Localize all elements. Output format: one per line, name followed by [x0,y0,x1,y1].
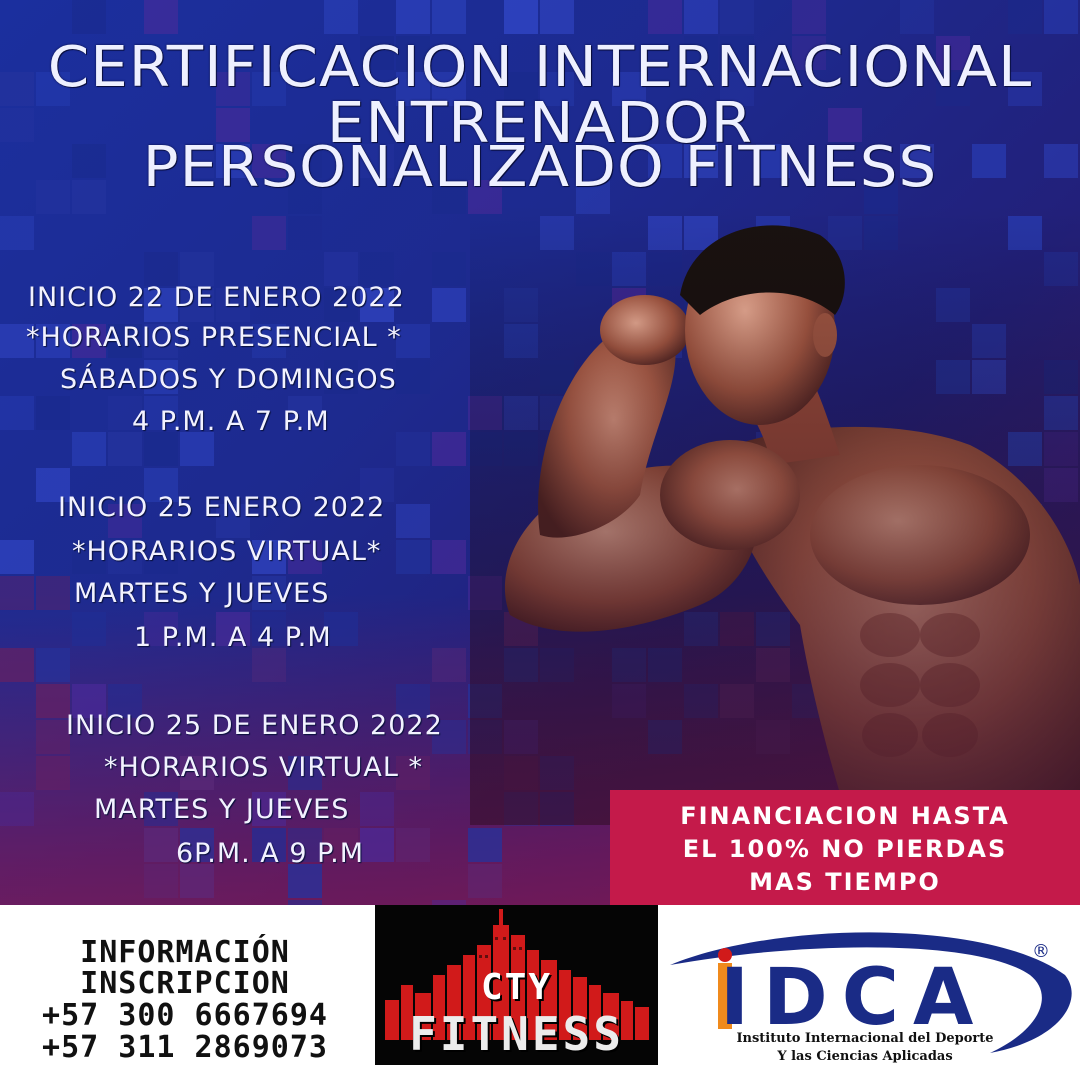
mosaic-tile [468,828,502,862]
schedule-2-days: MARTES Y JUEVES [74,578,330,609]
mosaic-tile [1008,0,1042,34]
mosaic-tile [468,864,502,898]
mosaic-tile [396,828,430,862]
mosaic-tile [72,612,106,646]
mosaic-tile [180,864,214,898]
mosaic-tile [180,252,214,286]
mosaic-tile [252,648,286,682]
mosaic-tile [432,432,466,466]
mosaic-tile [144,432,178,466]
mosaic-tile [900,0,934,34]
idca-wordmark: IDCA [720,953,988,1043]
mosaic-tile [432,252,466,286]
city-fitness-cty-text: CTY [480,967,553,1008]
mosaic-tile [396,504,430,538]
city-fitness-wordmark: FITNESS [409,1007,624,1061]
mosaic-tile [396,432,430,466]
schedule-3-mode: *HORARIOS VIRTUAL * [104,752,423,783]
financing-line-3: MAS TIEMPO [749,868,941,896]
mosaic-tile [720,0,754,34]
mosaic-tile [108,432,142,466]
mosaic-tile [36,648,70,682]
contact-registration-label: INSCRIPCION [80,966,290,1001]
mosaic-tile [144,0,178,34]
idca-subtitle-2: Y las Ciencias Aplicadas [777,1049,953,1064]
mosaic-tile [1044,0,1078,34]
mosaic-tile [648,0,682,34]
mosaic-tile [144,252,178,286]
contact-phone-2: +57 311 2869073 [42,1030,328,1065]
schedule-2-hours: 1 P.M. A 4 P.M [134,622,332,653]
mosaic-tile [0,576,34,610]
mosaic-tile [360,792,394,826]
mosaic-tile [36,720,70,754]
contact-phone-1: +57 300 6667694 [42,998,328,1033]
mosaic-tile [0,648,34,682]
mosaic-tile [252,216,286,250]
mosaic-tile [324,252,358,286]
schedule-3-start: INICIO 25 DE ENERO 2022 [66,710,443,741]
mosaic-tile [0,216,34,250]
mosaic-tile [144,828,178,862]
mosaic-tile [684,0,718,34]
mosaic-tile [396,0,430,34]
mosaic-tile [504,0,538,34]
mosaic-tile [432,0,466,34]
mosaic-tile [36,756,70,790]
schedule-1-days: SÁBADOS Y DOMINGOS [60,364,397,395]
mosaic-tile [396,540,430,574]
mosaic-tile [36,684,70,718]
idca-logo: IDCA ® Instituto Internacional del Depor… [660,925,1080,1075]
mosaic-tile [0,396,34,430]
mosaic-tile [36,396,70,430]
idca-subtitle-1: Instituto Internacional del Deporte [736,1031,994,1046]
athlete-image [470,205,1080,825]
mosaic-tile [432,648,466,682]
mosaic-tile [72,432,106,466]
mosaic-tile [72,0,106,34]
mosaic-tile [0,792,34,826]
mosaic-tile [540,0,574,34]
mosaic-tile [360,828,394,862]
schedule-1-mode: *HORARIOS PRESENCIAL * [26,322,402,353]
schedule-3-hours: 6P.M. A 9 P.M [176,838,365,869]
city-fitness-logo: CTY FITNESS [375,905,658,1065]
mosaic-tile [180,432,214,466]
mosaic-tile [288,864,322,898]
schedule-2-start: INICIO 25 ENERO 2022 [58,492,386,523]
mosaic-tile [432,288,466,322]
contact-info-label: INFORMACIÓN [80,935,290,970]
mosaic-tile [396,360,430,394]
title-line-3: PERSONALIZADO FITNESS [142,135,938,200]
mosaic-tile [324,0,358,34]
mosaic-tile [288,216,322,250]
title-line-1: CERTIFICACION INTERNACIONAL [47,35,1033,100]
mosaic-tile [432,540,466,574]
financing-line-2: EL 100% NO PIERDAS [682,835,1008,863]
schedule-2-mode: *HORARIOS VIRTUAL* [72,536,382,567]
registered-mark: ® [1032,941,1050,962]
schedule-3-days: MARTES Y JUEVES [94,794,350,825]
mosaic-tile [792,0,826,34]
schedule-1-hours: 4 P.M. A 7 P.M [132,406,330,437]
mosaic-tile [0,540,34,574]
poster: CERTIFICACION INTERNACIONAL ENTRENADOR P… [0,0,1080,1080]
schedule-1-start: INICIO 22 DE ENERO 2022 [28,282,405,313]
mosaic-tile [360,252,394,286]
mosaic-tile [144,864,178,898]
mosaic-tile [36,576,70,610]
financing-line-1: FINANCIACION HASTA [680,802,1010,830]
